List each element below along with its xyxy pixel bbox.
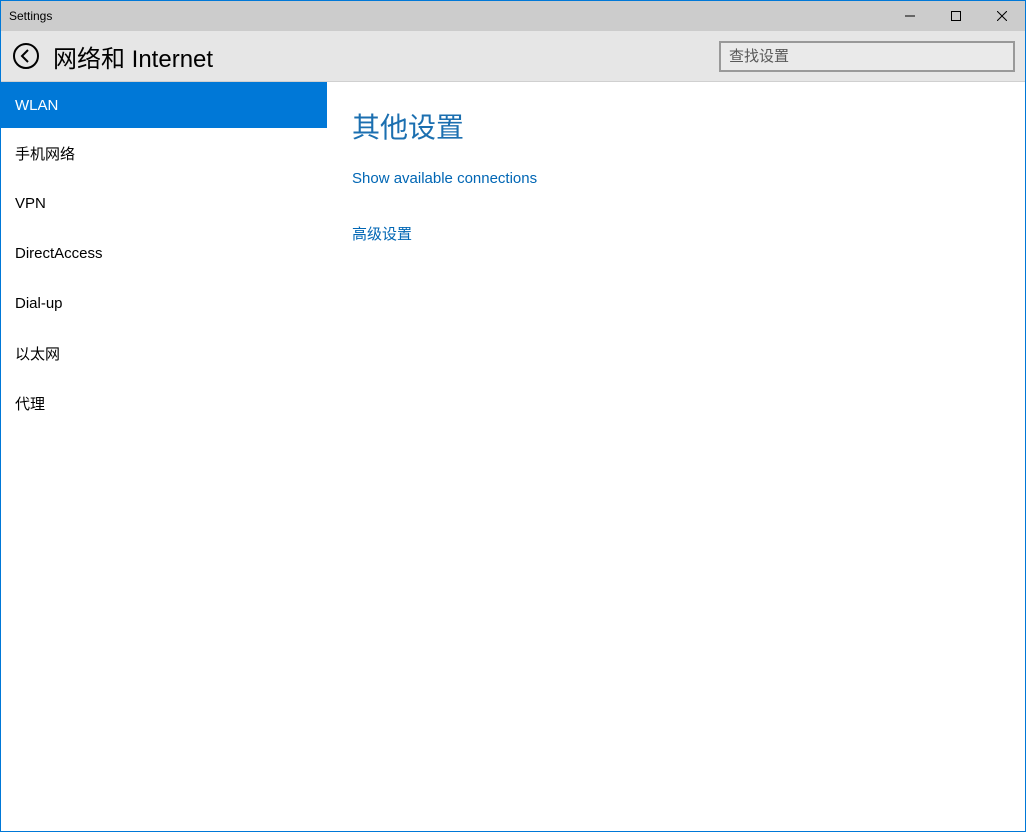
sidebar-item-ethernet[interactable]: 以太网 — [1, 328, 327, 378]
back-arrow-icon — [12, 42, 40, 70]
sidebar-item-wlan[interactable]: WLAN — [1, 82, 327, 128]
body-area: WLAN 手机网络 VPN DirectAccess Dial-up 以太网 代… — [1, 82, 1025, 831]
link-advanced-settings[interactable]: 高级设置 — [352, 223, 1001, 244]
close-button[interactable] — [979, 1, 1025, 31]
page-title: 网络和 Internet — [53, 39, 213, 74]
section-heading: 其他设置 — [352, 106, 1001, 146]
sidebar-item-label: Dial-up — [15, 295, 63, 312]
sidebar-item-label: WLAN — [15, 97, 58, 114]
link-show-connections[interactable]: Show available connections — [352, 170, 1001, 187]
sidebar-item-directaccess[interactable]: DirectAccess — [1, 228, 327, 278]
titlebar: Settings — [1, 1, 1025, 31]
sidebar: WLAN 手机网络 VPN DirectAccess Dial-up 以太网 代… — [1, 82, 328, 831]
minimize-icon — [905, 11, 915, 21]
sidebar-item-label: 手机网络 — [15, 143, 75, 164]
sidebar-item-label: DirectAccess — [15, 245, 103, 262]
search-input[interactable] — [719, 41, 1015, 72]
maximize-icon — [951, 11, 961, 21]
sidebar-item-vpn[interactable]: VPN — [1, 178, 327, 228]
minimize-button[interactable] — [887, 1, 933, 31]
sidebar-item-dialup[interactable]: Dial-up — [1, 278, 327, 328]
sidebar-item-label: VPN — [15, 195, 46, 212]
sidebar-item-mobile[interactable]: 手机网络 — [1, 128, 327, 178]
sidebar-item-proxy[interactable]: 代理 — [1, 378, 327, 428]
header-left: 网络和 Internet — [11, 39, 213, 74]
content: 其他设置 Show available connections 高级设置 — [328, 82, 1025, 831]
maximize-button[interactable] — [933, 1, 979, 31]
back-button[interactable] — [11, 41, 41, 71]
window-title: Settings — [9, 9, 52, 23]
sidebar-item-label: 以太网 — [15, 343, 60, 364]
close-icon — [997, 11, 1007, 21]
header: 网络和 Internet — [1, 31, 1025, 82]
window-controls — [887, 1, 1025, 31]
sidebar-item-label: 代理 — [15, 393, 45, 414]
